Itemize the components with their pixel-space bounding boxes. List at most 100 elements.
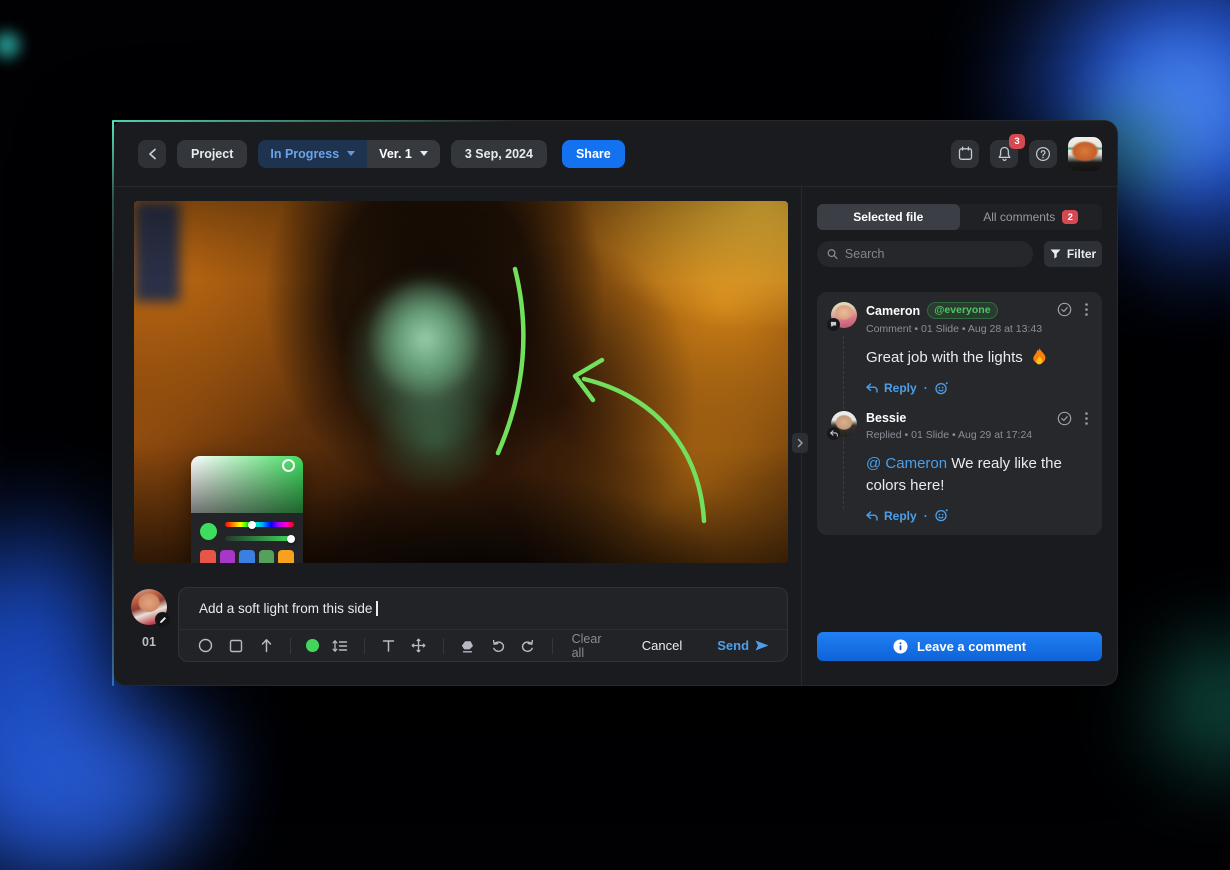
cancel-button[interactable]: Cancel	[642, 638, 682, 653]
filter-label: Filter	[1067, 247, 1096, 261]
emoji-smile-icon	[935, 509, 948, 522]
reply-button[interactable]: Reply	[866, 509, 917, 523]
ellipse-tool-button[interactable]	[197, 637, 214, 655]
calendar-icon	[958, 146, 973, 161]
background-glow	[1110, 40, 1230, 170]
leave-comment-button[interactable]: Leave a comment	[817, 632, 1102, 661]
toolbar-divider	[552, 638, 553, 654]
tab-all-comments[interactable]: All comments 2	[960, 204, 1103, 230]
filter-button[interactable]: Filter	[1044, 241, 1102, 267]
swatch-green[interactable]	[259, 550, 275, 563]
search-row: Filter	[817, 241, 1102, 267]
share-button[interactable]: Share	[562, 140, 625, 168]
annotation-arrow[interactable]	[584, 379, 704, 521]
add-reaction-button[interactable]	[935, 509, 948, 522]
search-input[interactable]	[845, 247, 1023, 261]
avatar-bessie[interactable]	[831, 411, 857, 437]
search-box[interactable]	[817, 241, 1033, 267]
hue-thumb[interactable]	[248, 521, 256, 529]
comment-type-icon	[827, 318, 840, 331]
status-dropdown[interactable]: In Progress	[258, 140, 367, 168]
main-area: 01 Add a soft light from this side	[113, 187, 1117, 686]
arrow-tool-button[interactable]	[258, 637, 275, 655]
help-icon	[1035, 146, 1051, 162]
help-button[interactable]	[1029, 140, 1057, 168]
saturation-area[interactable]	[191, 456, 303, 513]
current-color-swatch[interactable]	[200, 523, 217, 540]
preset-swatches	[200, 550, 294, 563]
notifications-button[interactable]: 3	[990, 140, 1018, 168]
resolve-button[interactable]	[1057, 411, 1072, 426]
project-button[interactable]: Project	[177, 140, 247, 168]
version-dropdown[interactable]: Ver. 1	[367, 140, 440, 168]
rectangle-icon	[229, 639, 243, 653]
annotation-arc[interactable]	[498, 269, 523, 453]
emoji-smile-icon	[935, 382, 948, 395]
picker-panel	[191, 513, 303, 563]
slide-image[interactable]	[134, 201, 788, 563]
comment-author[interactable]: Cameron	[866, 304, 920, 318]
top-toolbar: Project In Progress Ver. 1 3 Sep, 2024 S…	[113, 121, 1117, 187]
user-avatar[interactable]	[1068, 137, 1102, 171]
kebab-icon	[1085, 303, 1088, 316]
send-label: Send	[717, 638, 749, 653]
dot-separator: ·	[924, 509, 928, 523]
comment-menu-button[interactable]	[1085, 412, 1088, 425]
tab-selected-file[interactable]: Selected file	[817, 204, 960, 230]
move-icon	[411, 638, 426, 653]
saturation-selector[interactable]	[282, 459, 295, 472]
date-label: 3 Sep, 2024	[465, 147, 533, 161]
tab-label: All comments	[983, 210, 1055, 224]
clear-all-button[interactable]: Clear all	[572, 632, 616, 660]
swatch-orange[interactable]	[278, 550, 294, 563]
sidebar-collapse-button[interactable]	[792, 433, 808, 453]
reply-button[interactable]: Reply	[866, 381, 917, 395]
date-button[interactable]: 3 Sep, 2024	[451, 140, 547, 168]
comment-author[interactable]: Bessie	[866, 411, 906, 425]
search-icon	[827, 248, 838, 260]
swatch-purple[interactable]	[220, 550, 236, 563]
swatch-blue[interactable]	[239, 550, 255, 563]
comment-meta: Replied • 01 Slide • Aug 29 at 17:24	[866, 429, 1048, 441]
check-circle-icon	[1057, 302, 1072, 317]
comments-panel: Cameron @everyone Comment • 01 Slide • A…	[817, 292, 1102, 535]
send-button[interactable]: Send	[717, 638, 769, 653]
opacity-slider[interactable]	[225, 536, 294, 541]
swatch-red[interactable]	[200, 550, 216, 563]
back-button[interactable]	[138, 140, 166, 168]
hue-slider[interactable]	[225, 522, 294, 527]
comment-bessie: Bessie Replied • 01 Slide • Aug 29 at 17…	[831, 411, 1088, 523]
rectangle-tool-button[interactable]	[227, 637, 244, 655]
resolve-button[interactable]	[1057, 302, 1072, 317]
opacity-thumb[interactable]	[287, 535, 295, 543]
eraser-icon	[460, 639, 475, 653]
reply-arrow-icon	[866, 383, 878, 393]
reply-label: Reply	[884, 381, 917, 395]
composer-avatar[interactable]	[131, 589, 167, 625]
comment-input[interactable]: Add a soft light from this side	[179, 588, 787, 630]
undo-button[interactable]	[489, 637, 506, 655]
comments-sidebar: Selected file All comments 2	[801, 187, 1119, 686]
color-picker	[191, 456, 303, 563]
annotation-toolbar: Clear all Cancel Send	[179, 630, 787, 661]
check-circle-icon	[1057, 411, 1072, 426]
text-tool-button[interactable]	[380, 637, 397, 655]
color-tool-button[interactable]	[306, 639, 319, 652]
chevron-down-icon	[420, 151, 428, 156]
comment-menu-button[interactable]	[1085, 303, 1088, 316]
mention-everyone-tag[interactable]: @everyone	[927, 302, 997, 319]
avatar-cameron[interactable]	[831, 302, 857, 328]
version-label: Ver. 1	[379, 147, 412, 161]
calendar-button[interactable]	[951, 140, 979, 168]
stroke-width-button[interactable]	[332, 637, 349, 655]
move-tool-button[interactable]	[410, 637, 427, 655]
add-reaction-button[interactable]	[935, 382, 948, 395]
redo-button[interactable]	[519, 637, 536, 655]
fire-emoji	[1031, 348, 1048, 368]
text-cursor	[376, 601, 378, 616]
eraser-tool-button[interactable]	[459, 637, 476, 655]
comment-input-value: Add a soft light from this side	[199, 601, 372, 616]
send-icon	[755, 640, 769, 651]
mention-cameron[interactable]: @ Cameron	[866, 455, 947, 472]
background-glow	[0, 700, 200, 860]
